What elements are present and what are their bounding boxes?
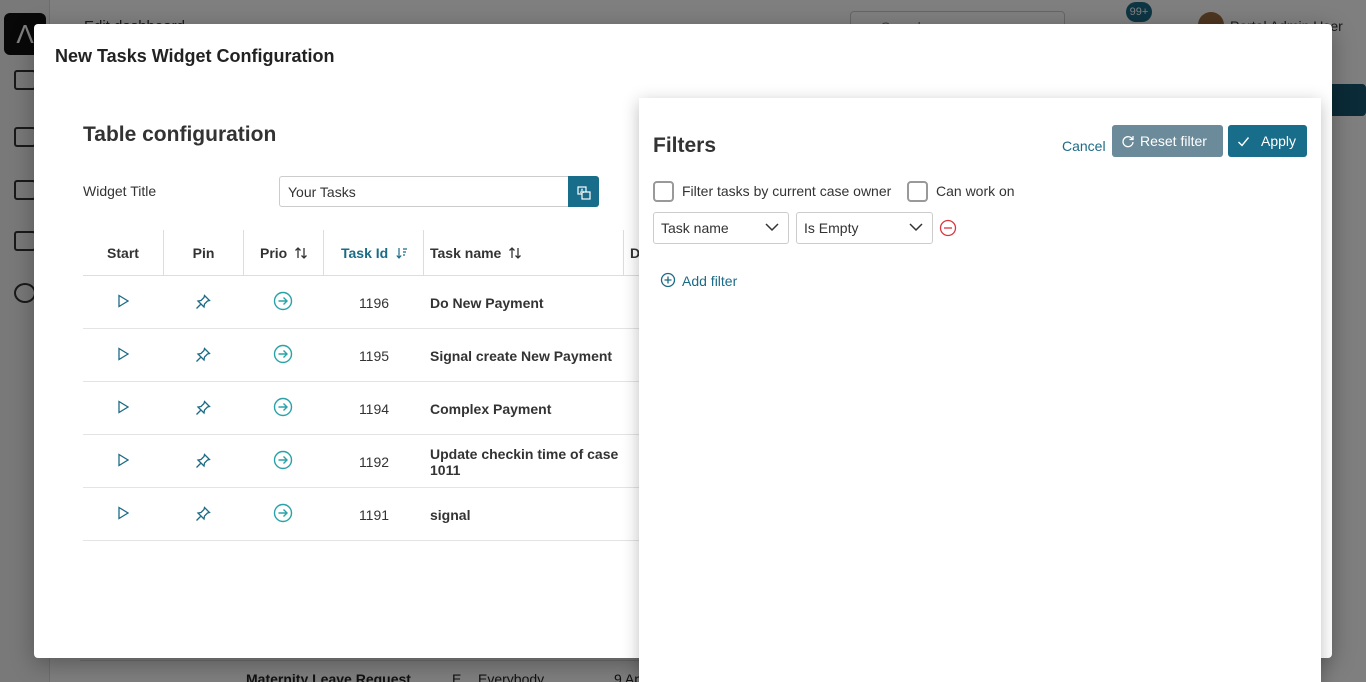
filter-by-owner-checkbox[interactable]	[653, 181, 674, 202]
filter-panel: Filters Cancel Reset filter Apply Filter…	[639, 98, 1321, 682]
filter-operator-value: Is Empty	[804, 220, 859, 236]
filter-operator-select[interactable]: Is Empty	[796, 212, 933, 244]
pin-icon[interactable]	[195, 347, 215, 367]
translate-button[interactable]: A	[568, 176, 599, 207]
task-name[interactable]: signal	[430, 507, 630, 523]
pin-icon[interactable]	[195, 294, 215, 314]
apply-label: Apply	[1261, 133, 1297, 149]
column-header-task-name[interactable]: Task name	[424, 230, 624, 276]
column-label-prio: Prio	[260, 245, 288, 261]
task-id: 1194	[358, 401, 390, 417]
filter-panel-title: Filters	[653, 134, 717, 157]
widget-title-label: Widget Title	[83, 183, 157, 199]
table-row[interactable]: 1192 Update checkin time of case 1011	[83, 435, 663, 488]
priority-normal-icon[interactable]	[273, 397, 293, 417]
translate-icon: A	[576, 185, 591, 200]
chevron-down-icon	[909, 223, 923, 232]
start-task-icon[interactable]	[116, 347, 136, 367]
can-work-on-label: Can work on	[936, 183, 1015, 199]
start-task-icon[interactable]	[116, 506, 136, 526]
sort-desc-icon[interactable]	[396, 247, 408, 259]
task-name[interactable]: Do New Payment	[430, 295, 630, 311]
column-header-start[interactable]: Start	[83, 230, 164, 276]
table-row[interactable]: 1195 Signal create New Payment	[83, 329, 663, 382]
task-name[interactable]: Update checkin time of case 1011	[430, 446, 630, 478]
column-label-task-id: Task Id	[341, 245, 389, 261]
column-label-task-name: Task name	[430, 245, 502, 261]
table-row[interactable]: 1191 signal	[83, 488, 663, 541]
pin-icon[interactable]	[195, 506, 215, 526]
column-label-pin: Pin	[192, 245, 215, 261]
task-name[interactable]: Signal create New Payment	[430, 348, 630, 364]
filter-field-value: Task name	[661, 220, 729, 236]
start-task-icon[interactable]	[116, 400, 136, 420]
check-icon	[1238, 137, 1250, 147]
task-id: 1195	[358, 348, 390, 364]
filter-by-owner-label: Filter tasks by current case owner	[682, 183, 892, 199]
chevron-down-icon	[765, 223, 779, 232]
column-label-start: Start	[107, 245, 139, 261]
task-name[interactable]: Complex Payment	[430, 401, 630, 417]
priority-normal-icon[interactable]	[273, 503, 293, 523]
remove-filter-icon[interactable]	[939, 219, 957, 237]
task-id: 1191	[358, 507, 390, 523]
column-header-prio[interactable]: Prio	[244, 230, 324, 276]
start-task-icon[interactable]	[116, 453, 136, 473]
start-task-icon[interactable]	[116, 294, 136, 314]
pin-icon[interactable]	[195, 453, 215, 473]
column-header-task-id[interactable]: Task Id	[324, 230, 424, 276]
dialog-title: New Tasks Widget Configuration	[55, 46, 335, 66]
reset-filter-button[interactable]: Reset filter	[1112, 125, 1223, 157]
task-id: 1192	[358, 454, 390, 470]
sort-icon[interactable]	[294, 246, 308, 260]
sort-icon[interactable]	[508, 246, 522, 260]
column-header-pin[interactable]: Pin	[164, 230, 244, 276]
priority-normal-icon[interactable]	[273, 344, 293, 364]
table-header: Start Pin Prio Task Id Task name D	[83, 230, 663, 276]
priority-normal-icon[interactable]	[273, 291, 293, 311]
can-work-on-checkbox[interactable]	[907, 181, 928, 202]
task-id: 1196	[358, 295, 390, 311]
add-circle-icon[interactable]	[660, 272, 676, 288]
add-filter-button[interactable]: Add filter	[682, 273, 737, 289]
pin-icon[interactable]	[195, 400, 215, 420]
reset-filter-label: Reset filter	[1140, 133, 1207, 149]
cancel-button[interactable]: Cancel	[1062, 138, 1106, 154]
filter-field-select[interactable]: Task name	[653, 212, 789, 244]
table-row[interactable]: 1194 Complex Payment	[83, 382, 663, 435]
table-row[interactable]: 1196 Do New Payment	[83, 276, 663, 329]
refresh-icon	[1122, 136, 1134, 148]
widget-title-input[interactable]	[279, 176, 569, 207]
priority-normal-icon[interactable]	[273, 450, 293, 470]
table-config-title: Table configuration	[83, 123, 277, 146]
apply-button[interactable]: Apply	[1228, 125, 1307, 157]
table-body: 1196 Do New Payment 1195 Signal create New …	[83, 276, 663, 541]
tasks-table: Start Pin Prio Task Id Task name D 1196 …	[83, 230, 663, 541]
